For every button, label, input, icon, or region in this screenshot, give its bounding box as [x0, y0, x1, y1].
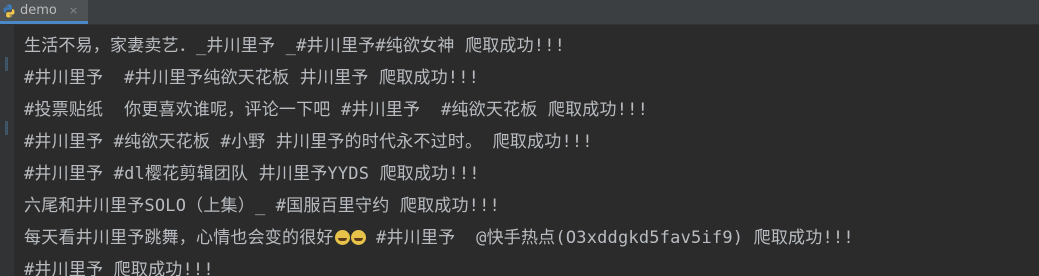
tab-demo[interactable]: demo × [0, 0, 89, 24]
console-line: 每天看井川里予跳舞，心情也会变的很好 #井川里予 @快手热点(O3xddgkd5… [24, 222, 1039, 254]
close-icon[interactable]: × [69, 4, 78, 17]
grinning-face-icon [350, 230, 366, 245]
gutter-marker [5, 121, 8, 135]
console-line: #井川里予 #dl樱花剪辑团队 井川里予YYDS 爬取成功!!! [24, 164, 480, 184]
editor-gutter [0, 25, 14, 276]
console-line: #井川里予 #纯欲天花板 #小野 井川里予的时代永不过时。 爬取成功!!! [24, 132, 593, 152]
console-line-text: #井川里予 @快手热点(O3xddgkd5fav5if9) 爬取成功!!! [365, 228, 854, 248]
console-line: 六尾和井川里予SOLO（上集）_ #国服百里守约 爬取成功!!! [24, 196, 500, 216]
console-line: #投票贴纸 你更喜欢谁呢，评论一下吧 #井川里予 #纯欲天花板 爬取成功!!! [24, 100, 649, 120]
console-output: 生活不易，家妻卖艺．_井川里予 _#井川里予#纯欲女神 爬取成功!!! #井川里… [24, 30, 1039, 276]
console-line: #井川里予 #井川里予纯欲天花板 井川里予 爬取成功!!! [24, 68, 480, 88]
console-line: 生活不易，家妻卖艺．_井川里予 _#井川里予#纯欲女神 爬取成功!!! [24, 36, 566, 56]
run-window: demo × 生活不易，家妻卖艺．_井川里予 _#井川里予#纯欲女神 爬取成功!… [0, 0, 1039, 276]
tab-label: demo [20, 3, 57, 18]
console-line-text: 每天看井川里予跳舞，心情也会变的很好 [24, 228, 334, 248]
console-line: #井川里予 爬取成功!!! [24, 260, 214, 276]
run-tab-bar: demo × [0, 0, 1039, 25]
grinning-face-icon [334, 230, 350, 245]
python-icon [3, 4, 15, 17]
gutter-marker [5, 57, 8, 71]
